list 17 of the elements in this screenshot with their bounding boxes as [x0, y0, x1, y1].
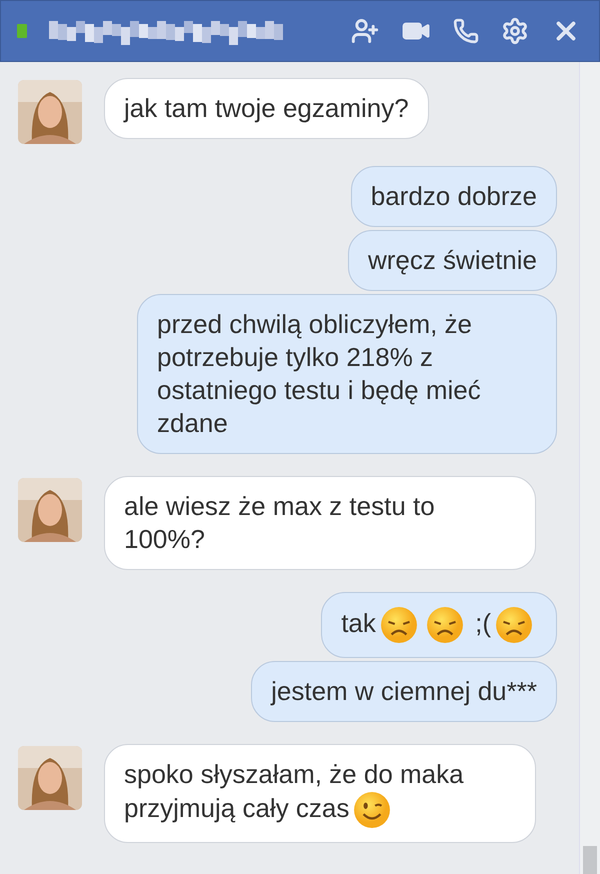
- winking-face-emoji: [353, 791, 392, 829]
- scrollbar-thumb[interactable]: [583, 846, 597, 874]
- settings-icon[interactable]: [501, 17, 529, 45]
- message-bubble: wręcz świetnie: [348, 230, 557, 291]
- message-bubble: tak ;(: [321, 592, 557, 658]
- message-bubble: ale wiesz że max z testu to 100%?: [104, 476, 536, 570]
- phone-icon[interactable]: [453, 18, 479, 44]
- scrollbar[interactable]: [579, 62, 600, 874]
- sad-face-emoji: [495, 606, 533, 644]
- sad-face-emoji: [426, 606, 464, 644]
- sad-face-emoji: [380, 606, 418, 644]
- message-bubble: spoko słyszałam, że do maka przyjmują cały czas: [104, 744, 536, 843]
- message-bubble: przed chwilą obliczyłem, że potrzebuje tylko 218% z ostatniego testu i będę mieć zdane: [137, 294, 557, 454]
- message-bubble: jestem w ciemnej du***: [251, 661, 557, 722]
- message-bubble: jak tam twoje egzaminy?: [104, 78, 429, 139]
- add-person-icon[interactable]: [351, 17, 379, 45]
- message-bubble: bardzo dobrze: [350, 166, 557, 227]
